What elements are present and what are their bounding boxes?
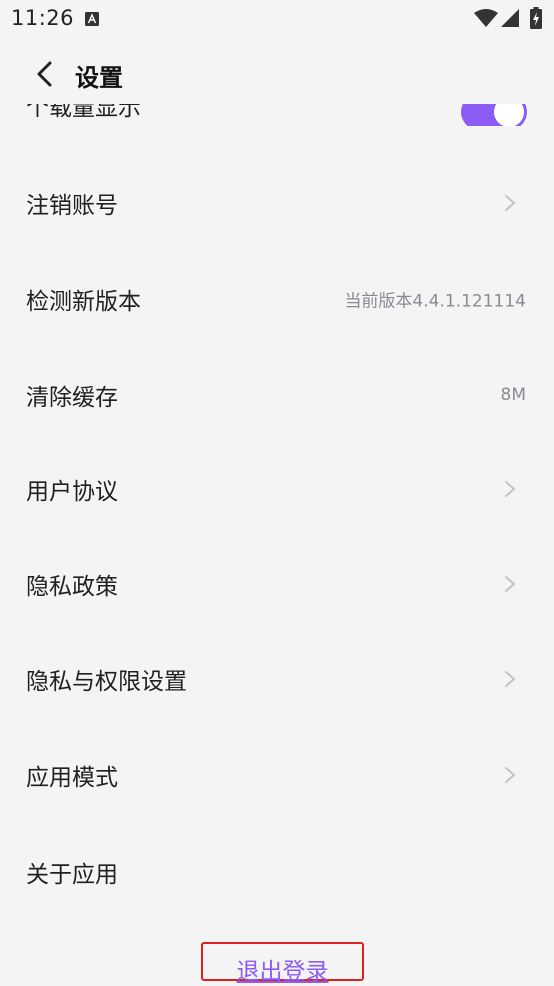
chevron-right-icon: [505, 767, 516, 783]
cache-size-value: 8M: [500, 385, 526, 405]
row-label: 用户协议: [26, 479, 118, 505]
chevron-right-icon: [505, 671, 516, 687]
settings-row-check-version[interactable]: 检测新版本 当前版本4.4.1.121114: [0, 269, 554, 329]
settings-row-app-mode[interactable]: 应用模式: [0, 745, 554, 805]
row-label: 注销账号: [26, 193, 118, 219]
settings-list: 注销账号 检测新版本 当前版本4.4.1.121114 清除缓存 8M 用户协议…: [0, 0, 554, 984]
logout-highlight: 退出登录: [201, 942, 364, 985]
settings-row-privacy-permissions[interactable]: 隐私与权限设置: [0, 649, 554, 709]
row-label: 隐私政策: [26, 574, 118, 600]
settings-row-user-agreement[interactable]: 用户协议: [0, 459, 554, 519]
row-label: 检测新版本: [26, 289, 141, 315]
chevron-right-icon: [505, 576, 516, 592]
chevron-right-icon: [505, 195, 516, 211]
row-label: 关于应用: [26, 862, 118, 888]
settings-row-about-app[interactable]: 关于应用: [0, 842, 554, 902]
row-label: 清除缓存: [26, 385, 118, 411]
version-value: 当前版本4.4.1.121114: [344, 291, 526, 312]
row-label: 应用模式: [26, 765, 118, 791]
row-label: 隐私与权限设置: [26, 669, 187, 695]
settings-row-privacy-policy[interactable]: 隐私政策: [0, 554, 554, 614]
settings-row-clear-cache[interactable]: 清除缓存 8M: [0, 365, 554, 425]
logout-button[interactable]: 退出登录: [203, 944, 362, 985]
chevron-right-icon: [505, 481, 516, 497]
settings-row-delete-account[interactable]: 注销账号: [0, 173, 554, 233]
